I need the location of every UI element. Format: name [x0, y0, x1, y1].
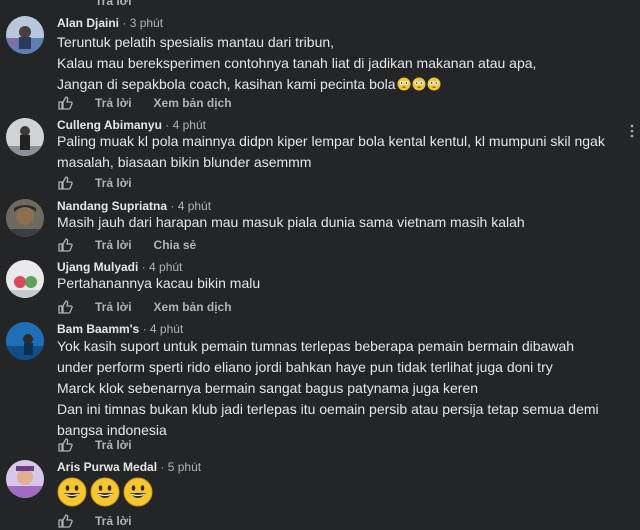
thumbs-up-icon[interactable]	[57, 299, 73, 315]
previous-comment-actions: Trả lời	[57, 0, 154, 8]
separator: ·	[170, 199, 175, 213]
comment-header: Bam Baamm's · 4 phút	[57, 322, 183, 336]
timestamp[interactable]: 3 phút	[130, 16, 163, 30]
reply-button[interactable]: Trả lời	[95, 438, 132, 452]
separator: ·	[141, 260, 146, 274]
flushed-face-icon	[412, 77, 426, 91]
grinning-face-icon	[90, 477, 120, 507]
separator: ·	[160, 460, 165, 474]
comment-actions: Trả lời Xem bản dịch	[57, 299, 254, 315]
comment-line: Jangan di sepakbola coach, kasihan kami …	[57, 74, 536, 95]
comment-header: Nandang Supriatna · 4 phút	[57, 199, 211, 213]
reply-button[interactable]: Trả lời	[95, 514, 132, 528]
share-button[interactable]: Chia sẻ	[154, 238, 197, 252]
separator: ·	[142, 322, 147, 336]
comment-line: Dan ini timnas bukan klub jadi terlepas …	[57, 401, 599, 417]
author-name[interactable]: Ujang Mulyadi	[57, 260, 138, 274]
comment-header: Ujang Mulyadi · 4 phút	[57, 260, 182, 274]
profile-photo-icon	[6, 118, 44, 156]
comment-header: Culleng Abimanyu · 4 phút	[57, 118, 206, 132]
avatar[interactable]	[6, 118, 44, 156]
avatar[interactable]	[6, 199, 44, 237]
comment-text: Pertahanannya kacau bikin malu	[57, 273, 260, 294]
profile-photo-icon	[6, 460, 44, 498]
profile-photo-icon	[6, 16, 44, 54]
grinning-face-icon	[123, 477, 153, 507]
avatar[interactable]	[6, 16, 44, 54]
comment-line: under perform sperti rido eliano jordi b…	[57, 359, 553, 375]
more-options-icon[interactable]	[626, 124, 638, 138]
thumbs-up-icon[interactable]	[57, 513, 73, 529]
timestamp[interactable]: 4 phút	[150, 322, 183, 336]
avatar[interactable]	[6, 260, 44, 298]
translate-button[interactable]: Xem bản dịch	[154, 96, 232, 110]
comment-actions: Trả lời	[57, 175, 154, 191]
author-name[interactable]: Culleng Abimanyu	[57, 118, 162, 132]
comment-line: Masih jauh dari harapan mau masuk piala …	[57, 214, 525, 230]
reply-button[interactable]: Trả lời	[95, 300, 132, 314]
grinning-face-icon	[57, 477, 87, 507]
separator: ·	[122, 16, 127, 30]
comment-text: Yok kasih suport untuk pemain tumnas ter…	[57, 336, 599, 441]
timestamp[interactable]: 5 phút	[168, 460, 201, 474]
author-name[interactable]: Nandang Supriatna	[57, 199, 167, 213]
comment-text: Paling muak kl pola mainnya didpn kiper …	[57, 131, 605, 173]
thumbs-up-icon[interactable]	[57, 237, 73, 253]
separator: ·	[165, 118, 170, 132]
reply-button[interactable]: Trả lời	[95, 0, 132, 8]
comment-line: Teruntuk pelatih spesialis mantau dari t…	[57, 34, 335, 50]
comment-line: Kalau mau bereksperimen contohnya tanah …	[57, 55, 537, 71]
comment-line-text: Jangan di sepakbola coach, kasihan kami …	[57, 76, 396, 92]
comment-line: Marck klok sebenarnya bermain sangat bag…	[57, 380, 479, 396]
avatar[interactable]	[6, 460, 44, 498]
author-name[interactable]: Bam Baamm's	[57, 322, 139, 336]
flushed-face-icon	[397, 77, 411, 91]
author-name[interactable]: Alan Djaini	[57, 16, 119, 30]
comment-text: 😀😀😀	[57, 477, 156, 513]
comment-actions: Trả lời	[57, 513, 154, 529]
avatar[interactable]	[6, 322, 44, 360]
comment-text: Teruntuk pelatih spesialis mantau dari t…	[57, 32, 536, 95]
timestamp[interactable]: 4 phút	[173, 118, 206, 132]
profile-photo-icon	[6, 199, 44, 237]
flushed-face-icon	[427, 77, 441, 91]
comment-header: Aris Purwa Medal · 5 phút	[57, 460, 201, 474]
comment-line: Pertahanannya kacau bikin malu	[57, 275, 261, 291]
reply-button[interactable]: Trả lời	[95, 238, 132, 252]
comment-text: Masih jauh dari harapan mau masuk piala …	[57, 212, 525, 233]
comment-line: masalah, biasaan bikin blunder asemmm	[57, 154, 312, 170]
profile-photo-icon	[6, 322, 44, 360]
timestamp[interactable]: 4 phút	[178, 199, 211, 213]
author-name[interactable]: Aris Purwa Medal	[57, 460, 157, 474]
thumbs-up-icon[interactable]	[57, 437, 73, 453]
comment-actions: Trả lời Xem bản dịch	[57, 95, 254, 111]
comment-actions: Trả lời Chia sẻ	[57, 237, 218, 253]
thumbs-up-icon[interactable]	[57, 95, 73, 111]
timestamp[interactable]: 4 phút	[149, 260, 182, 274]
comment-line: Yok kasih suport untuk pemain tumnas ter…	[57, 338, 575, 354]
thumbs-up-icon[interactable]	[57, 175, 73, 191]
reply-button[interactable]: Trả lời	[95, 96, 132, 110]
comment-header: Alan Djaini · 3 phút	[57, 16, 163, 30]
profile-photo-icon	[6, 260, 44, 298]
translate-button[interactable]: Xem bản dịch	[154, 300, 232, 314]
comment-actions: Trả lời	[57, 437, 154, 453]
comment-line: Paling muak kl pola mainnya didpn kiper …	[57, 133, 605, 149]
reply-button[interactable]: Trả lời	[95, 176, 132, 190]
